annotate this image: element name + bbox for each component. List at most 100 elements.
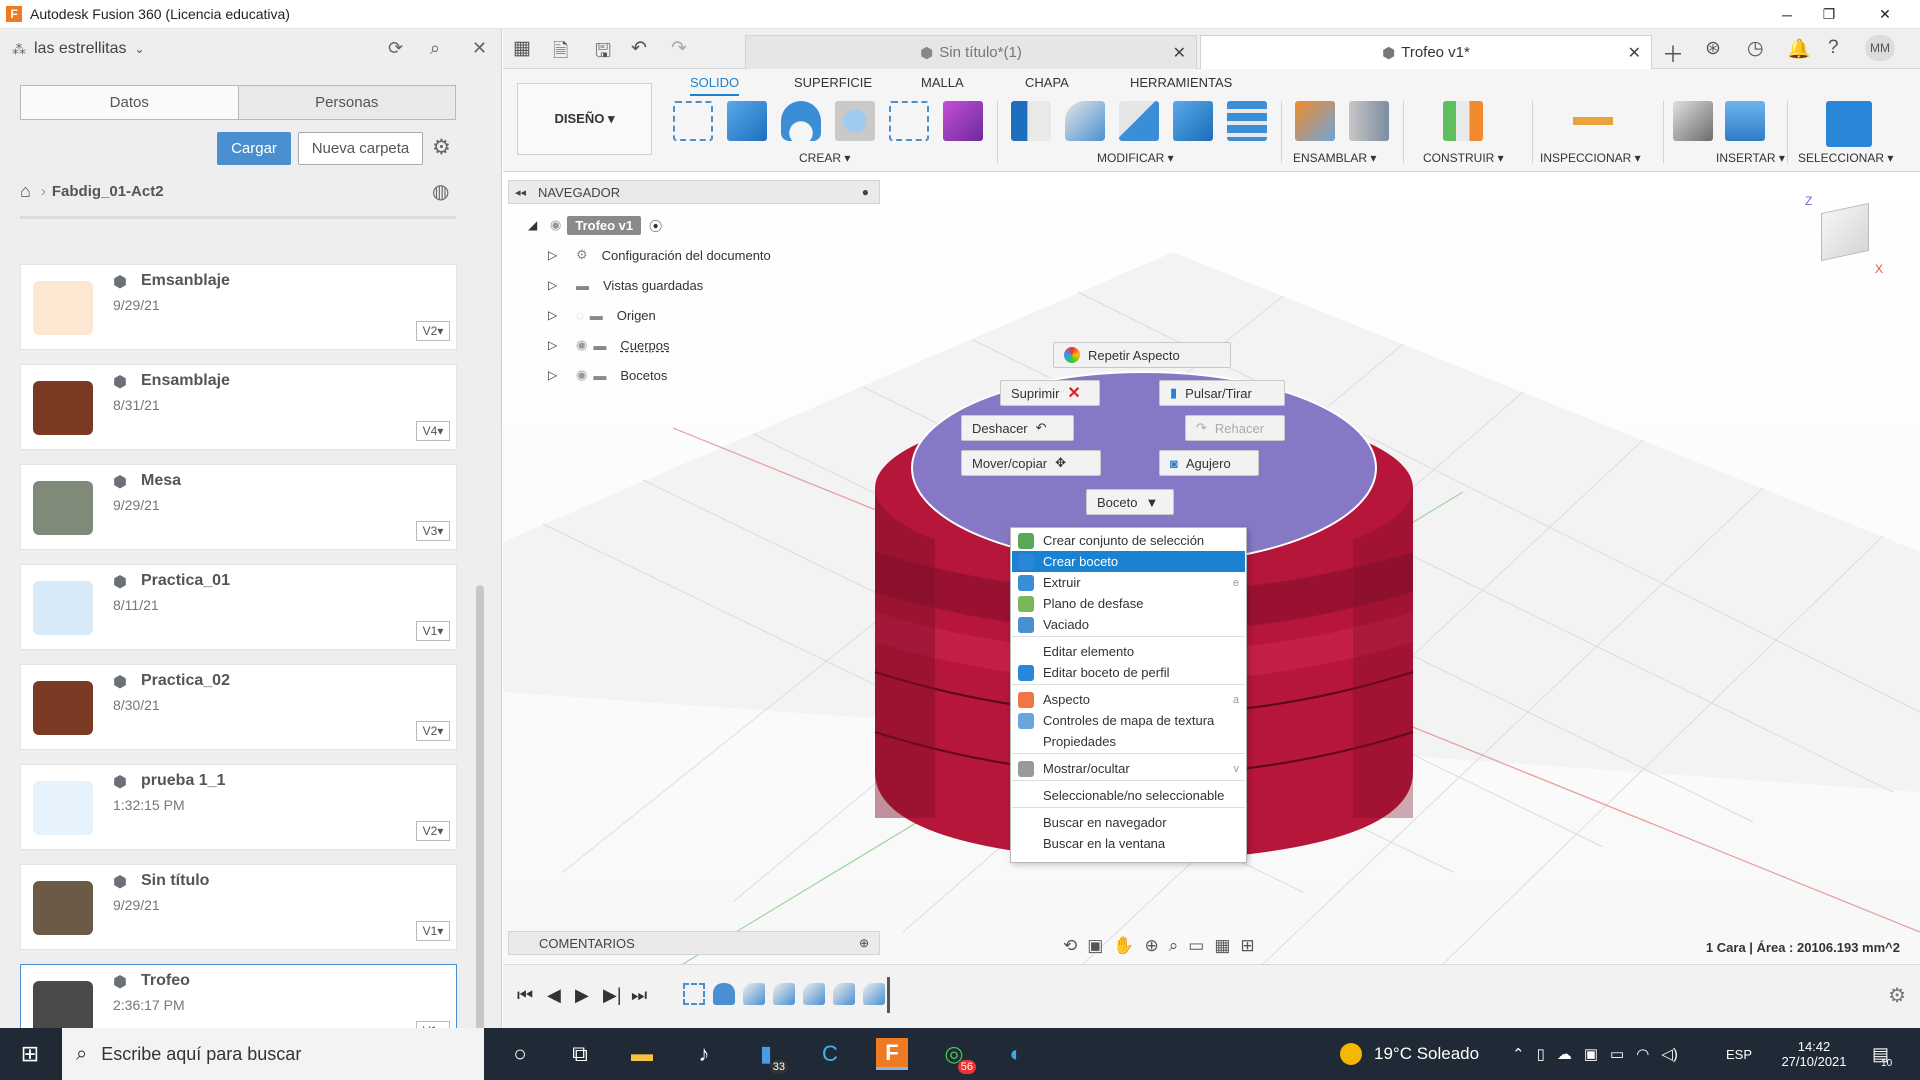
- press-pull-button[interactable]: ▮ Pulsar/Tirar: [1159, 380, 1285, 406]
- home-icon[interactable]: ⌂: [20, 181, 31, 202]
- comments-panel[interactable]: COMENTARIOS ⊕: [508, 931, 880, 955]
- nav-item-views[interactable]: ▷ ▬ Vistas guardadas: [548, 274, 703, 296]
- device-icon[interactable]: ▯: [1537, 1045, 1545, 1063]
- help-icon[interactable]: ?: [1828, 37, 1839, 59]
- file-card[interactable]: ⬢ Practica_01 8/11/21 V1▾: [20, 564, 457, 650]
- go-to-end-icon[interactable]: ⏭: [631, 985, 647, 1006]
- team-selector[interactable]: las estrellitas: [34, 40, 126, 58]
- step-back-icon[interactable]: ◀: [547, 985, 561, 1006]
- hole-button[interactable]: ◙ Agujero: [1159, 450, 1259, 476]
- expand-icon[interactable]: ▷: [548, 308, 562, 322]
- file-card[interactable]: ⬢ Mesa 9/29/21 V3▾: [20, 464, 457, 550]
- restore-button[interactable]: ❐: [1806, 0, 1852, 29]
- clock[interactable]: 14:42 27/10/2021: [1776, 1028, 1852, 1080]
- close-button[interactable]: ✕: [1862, 0, 1908, 29]
- context-menu-item[interactable]: Seleccionable/no seleccionable: [1012, 785, 1245, 806]
- combine-icon[interactable]: [1173, 101, 1213, 141]
- revolve-icon[interactable]: [781, 101, 821, 141]
- delete-button[interactable]: Suprimir ✕: [1000, 380, 1100, 406]
- close-tab-icon[interactable]: ✕: [1173, 43, 1186, 63]
- expand-icon[interactable]: ▷: [548, 338, 562, 352]
- close-tab-icon[interactable]: ✕: [1628, 43, 1641, 63]
- tab-superficie[interactable]: SUPERFICIE: [794, 75, 872, 90]
- notifications-icon[interactable]: 🔔: [1787, 37, 1811, 61]
- undo-icon[interactable]: ↶: [631, 37, 647, 60]
- version-badge[interactable]: V1▾: [416, 921, 450, 941]
- fillet-feature-icon[interactable]: [773, 983, 795, 1005]
- taskbar-search[interactable]: ⌕ Escribe aquí para buscar: [62, 1028, 484, 1080]
- context-menu-item[interactable]: Controles de mapa de textura: [1012, 710, 1245, 731]
- zoom-icon[interactable]: ⊕: [1144, 936, 1158, 956]
- gear-icon[interactable]: ⚙: [1888, 983, 1906, 1008]
- sketch-feature-icon[interactable]: [683, 983, 705, 1005]
- file-card[interactable]: ⬢ Ensamblaje 8/31/21 V4▾: [20, 364, 457, 450]
- battery-icon[interactable]: ▭: [1610, 1045, 1624, 1063]
- cortana-icon[interactable]: ○: [504, 1038, 536, 1070]
- context-menu-item[interactable]: Editar boceto de perfil: [1012, 662, 1245, 683]
- windows-start-icon[interactable]: ⊞: [14, 1038, 46, 1070]
- tab-malla[interactable]: MALLA: [921, 75, 964, 90]
- apps-grid-icon[interactable]: ▦: [513, 37, 531, 60]
- expand-icon[interactable]: ▷: [548, 248, 562, 262]
- tab-sin-titulo[interactable]: ⬢ Sin título*(1) ✕: [745, 35, 1197, 69]
- network-icon[interactable]: ▣: [1584, 1045, 1598, 1063]
- activate-icon[interactable]: ⦿: [649, 216, 662, 235]
- fillet-feature-icon[interactable]: [863, 983, 885, 1005]
- nav-item-origin[interactable]: ▷ ◌ ▬ Origen: [548, 304, 656, 326]
- insert-canvas-icon[interactable]: [1725, 101, 1765, 141]
- task-view-icon[interactable]: ⧉: [564, 1038, 596, 1070]
- expand-icon[interactable]: ▷: [548, 278, 562, 292]
- display-settings-icon[interactable]: ▭: [1188, 936, 1204, 956]
- save-icon[interactable]: 🖫: [595, 37, 611, 69]
- context-menu-item[interactable]: Editar elemento: [1012, 641, 1245, 662]
- file-explorer-icon[interactable]: ▬: [626, 1038, 658, 1070]
- whatsapp-icon[interactable]: ◎ 56: [938, 1038, 976, 1074]
- wifi-icon[interactable]: ◠: [1636, 1045, 1649, 1063]
- measure-icon[interactable]: [1573, 101, 1613, 141]
- file-card[interactable]: ⬢ Practica_02 8/30/21 V2▾: [20, 664, 457, 750]
- group-insert[interactable]: INSERTAR ▾: [1716, 151, 1785, 165]
- edge-icon[interactable]: ◐: [1000, 1038, 1032, 1070]
- group-modify[interactable]: MODIFICAR ▾: [1097, 151, 1174, 165]
- new-folder-button[interactable]: Nueva carpeta: [298, 132, 423, 165]
- job-status-icon[interactable]: ◷: [1747, 37, 1764, 60]
- grid-settings-icon[interactable]: ▦: [1214, 936, 1230, 956]
- search-icon[interactable]: ⌕: [430, 38, 440, 59]
- press-pull-icon[interactable]: [1011, 101, 1051, 141]
- browser-panel-header[interactable]: ◂◂ NAVEGADOR ●: [508, 180, 880, 204]
- pattern-icon[interactable]: [889, 101, 929, 141]
- language-indicator[interactable]: ESP: [1726, 1028, 1752, 1080]
- fillet-feature-icon[interactable]: [833, 983, 855, 1005]
- group-assemble[interactable]: ENSAMBLAR ▾: [1293, 151, 1376, 165]
- select-icon[interactable]: [1826, 101, 1872, 147]
- repeat-appearance-button[interactable]: Repetir Aspecto: [1053, 342, 1231, 368]
- app-c-icon[interactable]: C: [814, 1038, 846, 1070]
- notification-center-icon[interactable]: ▤ 10: [1872, 1028, 1892, 1080]
- joint-icon[interactable]: [1349, 101, 1389, 141]
- context-menu-item[interactable]: Crear boceto: [1012, 551, 1245, 572]
- context-menu-item[interactable]: Aspecto a: [1012, 689, 1245, 710]
- version-badge[interactable]: V4▾: [416, 421, 450, 441]
- version-badge[interactable]: V2▾: [416, 821, 450, 841]
- refresh-icon[interactable]: ⟳: [388, 38, 403, 59]
- create-sketch-icon[interactable]: [673, 101, 713, 141]
- file-card[interactable]: ⬢ Sin título 9/29/21 V1▾: [20, 864, 457, 950]
- version-badge[interactable]: V1▾: [416, 621, 450, 641]
- nav-item-sketches[interactable]: ▷ ◉ ▬ Bocetos: [548, 364, 667, 386]
- tab-chapa[interactable]: CHAPA: [1025, 75, 1069, 90]
- tab-herramientas[interactable]: HERRAMIENTAS: [1130, 75, 1232, 90]
- eye-icon[interactable]: ◉: [550, 217, 561, 233]
- minimize-button[interactable]: ─: [1764, 0, 1810, 29]
- workspace-switcher[interactable]: DISEÑO ▾: [517, 83, 652, 155]
- nav-item-settings[interactable]: ▷ ⚙ Configuración del documento: [548, 244, 771, 266]
- pin-icon[interactable]: ●: [862, 185, 869, 199]
- orbit-icon[interactable]: ⟲: [1063, 936, 1077, 956]
- viewports-icon[interactable]: ⊞: [1240, 936, 1254, 956]
- tab-people[interactable]: Personas: [238, 86, 455, 119]
- tab-trofeo[interactable]: ⬢ Trofeo v1* ✕: [1200, 35, 1652, 69]
- context-menu-item[interactable]: Buscar en navegador: [1012, 812, 1245, 833]
- close-panel-icon[interactable]: ✕: [472, 38, 487, 59]
- new-component-icon[interactable]: [1295, 101, 1335, 141]
- extrude-icon[interactable]: [727, 101, 767, 141]
- split-body-icon[interactable]: [1227, 101, 1267, 141]
